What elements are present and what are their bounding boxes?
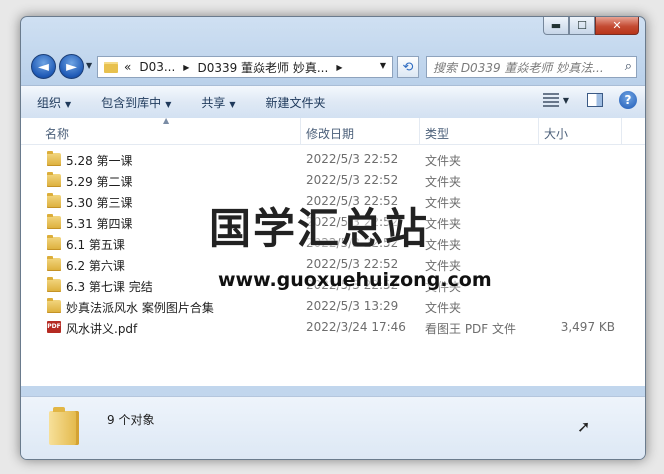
- recent-pages-dropdown[interactable]: ▼: [86, 61, 92, 70]
- include-in-library-label: 包含到库中: [101, 95, 162, 110]
- list-item[interactable]: 5.28 第一课 2022/5/3 22:52 文件夹: [21, 149, 645, 170]
- file-name: 妙真法派风水 案例图片合集: [66, 301, 214, 315]
- breadcrumb-segment-1[interactable]: D03...: [139, 60, 175, 74]
- mouse-cursor-icon: ➚: [577, 417, 591, 436]
- share-label: 共享: [201, 95, 226, 110]
- chevron-down-icon: ▼: [65, 99, 72, 109]
- file-date: 2022/5/3 22:52: [306, 152, 399, 166]
- sort-ascending-icon: ▲: [163, 116, 170, 125]
- file-type: 看图王 PDF 文件: [425, 322, 517, 336]
- refresh-icon: ⟲: [402, 59, 414, 75]
- address-bar[interactable]: « D03... ▶ D0339 董焱老师 妙真... ▶ ▼: [97, 56, 393, 78]
- folder-icon: [47, 172, 61, 187]
- minimize-button[interactable]: ▬: [543, 17, 569, 35]
- navigation-bar: ◄ ► ▼ « D03... ▶ D0339 董焱老师 妙真... ▶ ▼ ⟲ …: [29, 51, 637, 81]
- list-item[interactable]: 妙真法派风水 案例图片合集 2022/5/3 13:29 文件夹: [21, 296, 645, 317]
- file-name: 6.1 第五课: [66, 238, 125, 252]
- command-bar: 组织 ▼ 包含到库中 ▼ 共享 ▼ 新建文件夹 ▼ ?: [21, 85, 645, 119]
- new-folder-button[interactable]: 新建文件夹: [250, 94, 340, 111]
- file-name: 风水讲义.pdf: [66, 322, 138, 336]
- breadcrumb-segment-2[interactable]: D0339 董焱老师 妙真...: [197, 59, 328, 76]
- column-header-type[interactable]: 类型: [425, 125, 449, 142]
- column-header-date[interactable]: 修改日期: [306, 125, 354, 142]
- folder-icon: [47, 235, 61, 250]
- file-name: 5.30 第三课: [66, 196, 133, 210]
- column-divider[interactable]: [538, 118, 539, 144]
- forward-button[interactable]: ►: [59, 54, 84, 79]
- column-header-name[interactable]: 名称: [45, 125, 69, 142]
- search-icon[interactable]: ⌕: [625, 59, 632, 74]
- chevron-down-icon: ▼: [229, 99, 236, 109]
- file-type: 文件夹: [425, 217, 462, 231]
- preview-pane-icon[interactable]: [587, 93, 603, 107]
- folder-icon: [47, 151, 61, 166]
- file-date: 2022/5/3 22:52: [306, 173, 399, 187]
- view-controls: ▼ ?: [542, 91, 637, 109]
- folder-icon: [49, 407, 79, 445]
- file-type: 文件夹: [425, 154, 462, 168]
- refresh-button[interactable]: ⟲: [397, 56, 419, 78]
- list-item[interactable]: PDF 风水讲义.pdf 2022/3/24 17:46 看图王 PDF 文件 3,49…: [21, 317, 645, 338]
- caption-buttons: ▬ ☐ ✕: [543, 17, 639, 35]
- watermark-url: www.guoxuehuizong.com: [218, 269, 492, 291]
- list-item[interactable]: 5.29 第二课 2022/5/3 22:52 文件夹: [21, 170, 645, 191]
- explorer-window: ▬ ☐ ✕ ◄ ► ▼ « D03... ▶ D0339 董焱老师 妙真... …: [20, 16, 646, 460]
- address-dropdown-icon[interactable]: ▼: [380, 61, 386, 70]
- file-date: 2022/3/24 17:46: [306, 320, 406, 334]
- file-size: 3,497 KB: [560, 320, 615, 334]
- breadcrumb-separator-icon[interactable]: ▶: [336, 63, 342, 72]
- view-dropdown-icon[interactable]: ▼: [563, 96, 569, 105]
- file-name: 5.28 第一课: [66, 154, 133, 168]
- share-menu[interactable]: 共享 ▼: [185, 94, 249, 111]
- file-name: 5.31 第四课: [66, 217, 133, 231]
- file-name: 6.2 第六课: [66, 259, 125, 273]
- item-count: 9 个对象: [107, 413, 155, 427]
- file-name: 6.3 第七课 完结: [66, 280, 153, 294]
- folder-icon: [104, 61, 118, 73]
- pdf-icon: PDF: [47, 321, 61, 333]
- column-divider[interactable]: [300, 118, 301, 144]
- close-button[interactable]: ✕: [595, 17, 639, 35]
- column-divider[interactable]: [419, 118, 420, 144]
- details-pane: 9 个对象 ➚: [21, 396, 645, 459]
- file-type: 文件夹: [425, 301, 462, 315]
- column-divider[interactable]: [621, 118, 622, 144]
- folder-icon: [47, 277, 61, 292]
- view-options-icon[interactable]: [542, 93, 559, 107]
- watermark-title: 国学汇总站: [209, 204, 430, 253]
- folder-icon: [47, 298, 61, 313]
- search-input[interactable]: 搜索 D0339 董焱老师 妙真法... ⌕: [426, 56, 637, 78]
- breadcrumb-separator-icon[interactable]: ▶: [183, 63, 189, 72]
- folder-icon: [47, 256, 61, 271]
- column-header-row: ▲ 名称 修改日期 类型 大小: [21, 116, 645, 145]
- back-button[interactable]: ◄: [31, 54, 56, 79]
- organize-menu[interactable]: 组织 ▼: [21, 94, 85, 111]
- forward-arrow-icon: ►: [66, 58, 77, 75]
- file-type: 文件夹: [425, 175, 462, 189]
- folder-icon: [47, 214, 61, 229]
- new-folder-label: 新建文件夹: [265, 95, 326, 110]
- help-icon[interactable]: ?: [619, 91, 637, 109]
- back-arrow-icon: ◄: [38, 58, 49, 75]
- folder-icon: [47, 193, 61, 208]
- file-type: 文件夹: [425, 196, 462, 210]
- file-name: 5.29 第二课: [66, 175, 133, 189]
- chevron-down-icon: ▼: [165, 99, 172, 109]
- file-type: 文件夹: [425, 238, 462, 252]
- file-date: 2022/5/3 13:29: [306, 299, 399, 313]
- organize-label: 组织: [37, 95, 62, 110]
- column-header-size[interactable]: 大小: [544, 125, 568, 142]
- include-in-library-menu[interactable]: 包含到库中 ▼: [85, 94, 185, 111]
- search-placeholder: 搜索 D0339 董焱老师 妙真法...: [433, 60, 604, 75]
- address-overflow[interactable]: «: [124, 60, 131, 74]
- maximize-button[interactable]: ☐: [569, 17, 595, 35]
